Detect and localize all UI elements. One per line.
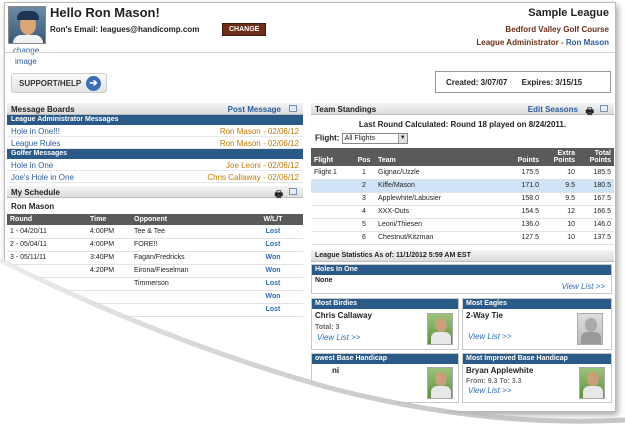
page-curl-overlay: [0, 257, 625, 431]
curl-background: [0, 260, 625, 431]
